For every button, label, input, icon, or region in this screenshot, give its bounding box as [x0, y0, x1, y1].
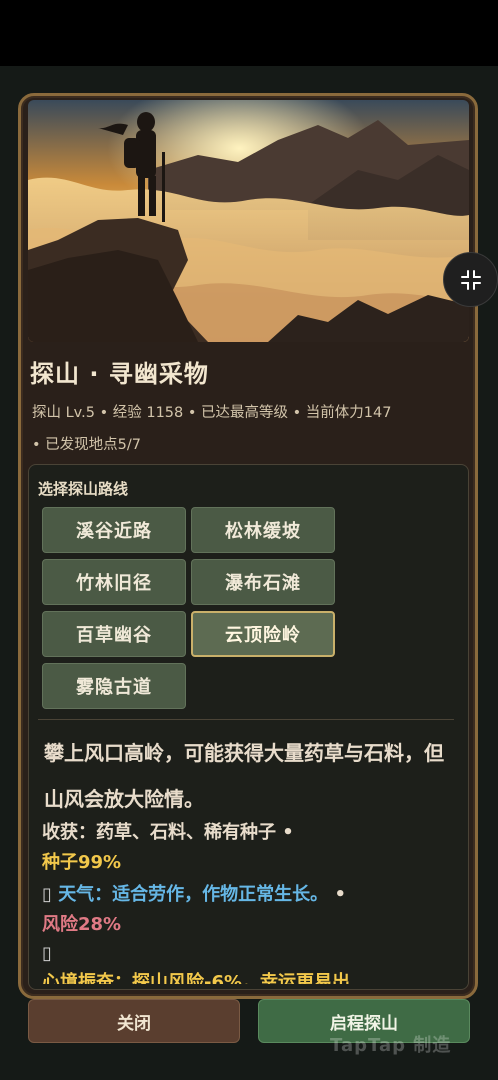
mood-bonus-text: 心境振奋：探山风险-6%，幸运更易出	[42, 972, 351, 984]
dialog-title: 探山 · 寻幽采物	[30, 360, 209, 388]
route-button-herb-valley[interactable]: 百草幽谷	[42, 611, 186, 657]
close-button[interactable]: 关闭	[28, 999, 240, 1043]
missing-glyph-icon: ▯	[42, 943, 52, 964]
route-button-cloud-ridge[interactable]: 云顶险岭	[191, 611, 335, 657]
route-description: 攀上风口高岭，可能获得大量药草与石料，但山风会放大险情。	[44, 741, 444, 811]
harvest-label: 收获：	[42, 822, 96, 843]
level-info: 探山 Lv.5 • 经验 1158 • 已达最高等级 • 当前体力147	[32, 405, 392, 421]
harvest-line: 收获：药草、石料、稀有种子 •	[42, 818, 294, 844]
weather-separator: •	[334, 884, 346, 905]
hero-illustration	[28, 100, 469, 342]
collapse-arrows-icon[interactable]	[443, 252, 498, 307]
route-panel-title: 选择探山路线	[38, 480, 129, 498]
route-button-pine-slope[interactable]: 松林缓坡	[191, 507, 335, 553]
mood-bonus-line: 心境振奋：探山风险-6%，幸运更易出	[42, 966, 462, 984]
harvest-value: 药草、石料、稀有种子 •	[96, 822, 294, 843]
seed-chance: 种子99%	[42, 852, 122, 873]
weather-line: ▯ 天气：适合劳作，作物正常生长。 •	[42, 880, 346, 906]
weather-text: 天气：适合劳作，作物正常生长。	[58, 884, 329, 905]
route-button-stream-valley[interactable]: 溪谷近路	[42, 507, 186, 553]
divider	[38, 719, 454, 720]
route-button-waterfall-shoal[interactable]: 瀑布石滩	[191, 559, 335, 605]
weather-icon: ▯	[42, 884, 52, 905]
route-button-bamboo-path[interactable]: 竹林旧径	[42, 559, 186, 605]
risk-value: 风险28%	[42, 914, 122, 935]
taptap-watermark: TapTap 制造	[330, 1035, 452, 1056]
route-button-misty-road[interactable]: 雾隐古道	[42, 663, 186, 709]
discovered-info: • 已发现地点5/7	[32, 437, 141, 453]
